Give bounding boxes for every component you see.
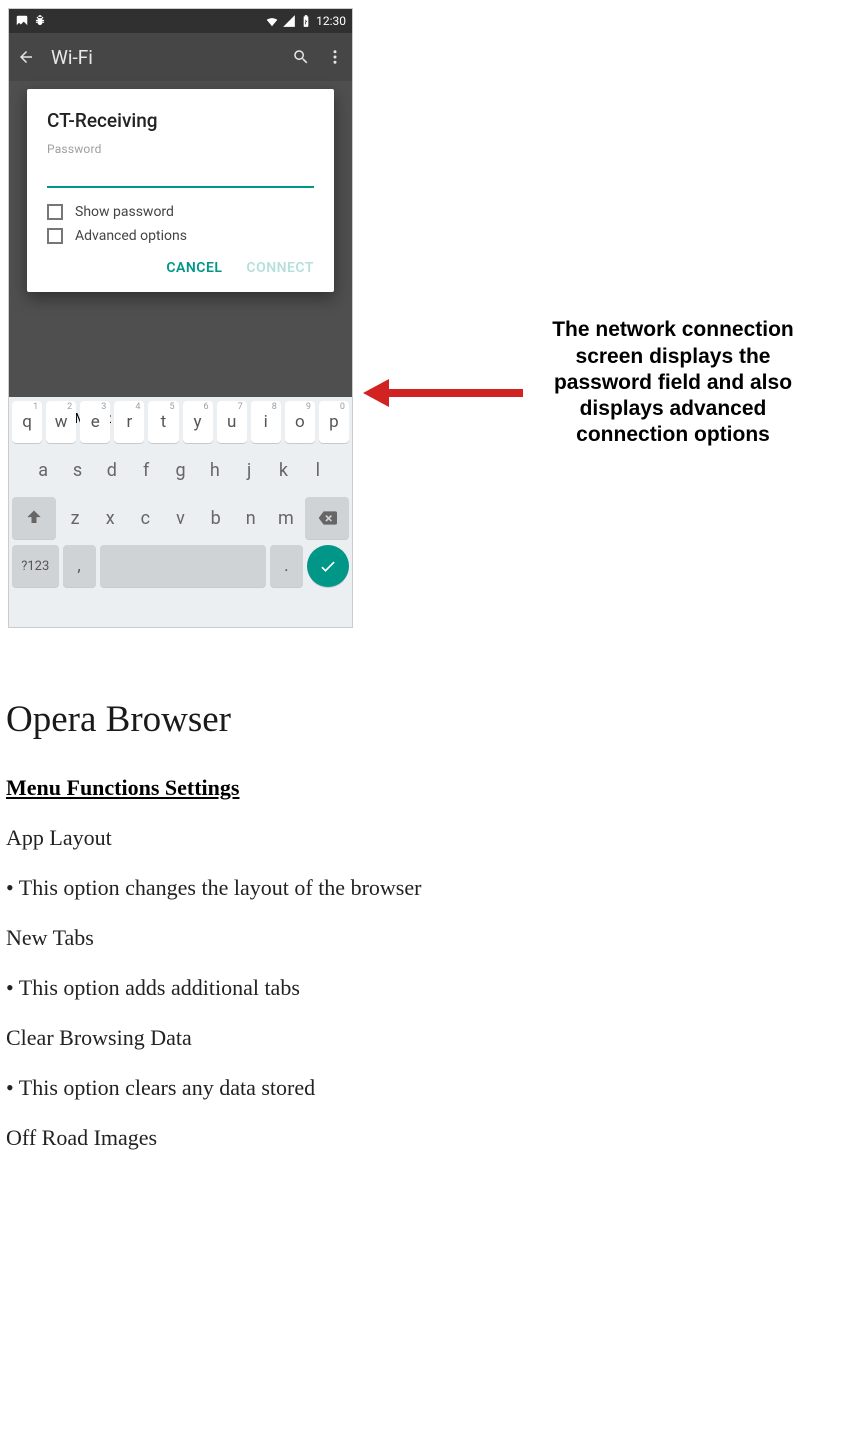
- key-a[interactable]: a: [28, 449, 58, 491]
- signal-icon: [282, 14, 296, 28]
- key-n[interactable]: n: [235, 497, 266, 539]
- wifi-list: CT-Mgmt CT-Receiving Password Show passw…: [9, 81, 352, 397]
- doc-heading: Opera Browser: [6, 698, 849, 741]
- key-i[interactable]: 8i: [251, 401, 281, 443]
- wifi-icon: [265, 14, 279, 28]
- back-icon[interactable]: [17, 48, 35, 66]
- key-t[interactable]: 5t: [148, 401, 178, 443]
- key-m[interactable]: m: [270, 497, 301, 539]
- backspace-key[interactable]: [305, 497, 349, 539]
- doc-item-label: Clear Browsing Data: [6, 1025, 849, 1051]
- annotation-text: The network connection screen displays t…: [533, 317, 813, 448]
- key-p[interactable]: 0p: [319, 401, 349, 443]
- key-k[interactable]: k: [268, 449, 298, 491]
- period-key[interactable]: .: [270, 545, 303, 587]
- comma-key[interactable]: ,: [63, 545, 96, 587]
- wifi-password-dialog: CT-Receiving Password Show password Adva…: [27, 89, 334, 292]
- key-x[interactable]: x: [95, 497, 126, 539]
- key-v[interactable]: v: [165, 497, 196, 539]
- key-s[interactable]: s: [62, 449, 92, 491]
- key-d[interactable]: d: [97, 449, 127, 491]
- shift-key[interactable]: [12, 497, 56, 539]
- cancel-button[interactable]: CANCEL: [166, 260, 222, 276]
- password-input[interactable]: [47, 158, 314, 188]
- key-j[interactable]: j: [234, 449, 264, 491]
- advanced-options-label: Advanced options: [75, 228, 187, 244]
- doc-item-desc: • This option clears any data stored: [6, 1075, 849, 1101]
- advanced-options-row[interactable]: Advanced options: [47, 228, 314, 244]
- bug-icon: [33, 14, 47, 28]
- doc-item-label: App Layout: [6, 825, 849, 851]
- show-password-row[interactable]: Show password: [47, 204, 314, 220]
- key-c[interactable]: c: [130, 497, 161, 539]
- key-g[interactable]: g: [165, 449, 195, 491]
- show-password-label: Show password: [75, 204, 174, 220]
- key-b[interactable]: b: [200, 497, 231, 539]
- key-h[interactable]: h: [200, 449, 230, 491]
- key-z[interactable]: z: [60, 497, 91, 539]
- key-o[interactable]: 9o: [285, 401, 315, 443]
- doc-item-label: New Tabs: [6, 925, 849, 951]
- key-u[interactable]: 7u: [217, 401, 247, 443]
- key-e[interactable]: 3e: [80, 401, 110, 443]
- arrow-icon: [363, 385, 523, 401]
- battery-icon: [299, 14, 313, 28]
- enter-key[interactable]: [307, 545, 349, 587]
- doc-item-desc: • This option changes the layout of the …: [6, 875, 849, 901]
- menu-heading: Menu Functions Settings: [6, 775, 849, 801]
- search-icon[interactable]: [292, 48, 310, 66]
- key-f[interactable]: f: [131, 449, 161, 491]
- key-l[interactable]: l: [303, 449, 333, 491]
- app-bar: Wi-Fi: [9, 33, 352, 81]
- sym-key[interactable]: ?123: [12, 545, 59, 587]
- overflow-icon[interactable]: [326, 48, 344, 66]
- doc-item-desc: • This option adds additional tabs: [6, 975, 849, 1001]
- checkbox-icon[interactable]: [47, 228, 63, 244]
- dialog-title: CT-Receiving: [47, 109, 314, 132]
- doc-item-label: Off Road Images: [6, 1125, 849, 1151]
- phone-screenshot: 12:30 Wi-Fi CT-Mgmt CT-Receiving Passwor…: [8, 8, 353, 628]
- document-body: Opera Browser Menu Functions Settings Ap…: [0, 628, 855, 1151]
- key-r[interactable]: 4r: [114, 401, 144, 443]
- key-q[interactable]: 1q: [12, 401, 42, 443]
- appbar-title: Wi-Fi: [51, 46, 276, 69]
- space-key[interactable]: [100, 545, 266, 587]
- key-y[interactable]: 6y: [183, 401, 213, 443]
- status-time: 12:30: [316, 14, 346, 28]
- status-bar: 12:30: [9, 9, 352, 33]
- connect-button[interactable]: CONNECT: [246, 260, 314, 276]
- image-icon: [15, 14, 29, 28]
- keyboard[interactable]: 1q2w3e4r5t6y7u8i9o0p asdfghjkl zxcvbnm ?…: [9, 397, 352, 627]
- key-w[interactable]: 2w: [46, 401, 76, 443]
- checkbox-icon[interactable]: [47, 204, 63, 220]
- password-label: Password: [47, 142, 314, 156]
